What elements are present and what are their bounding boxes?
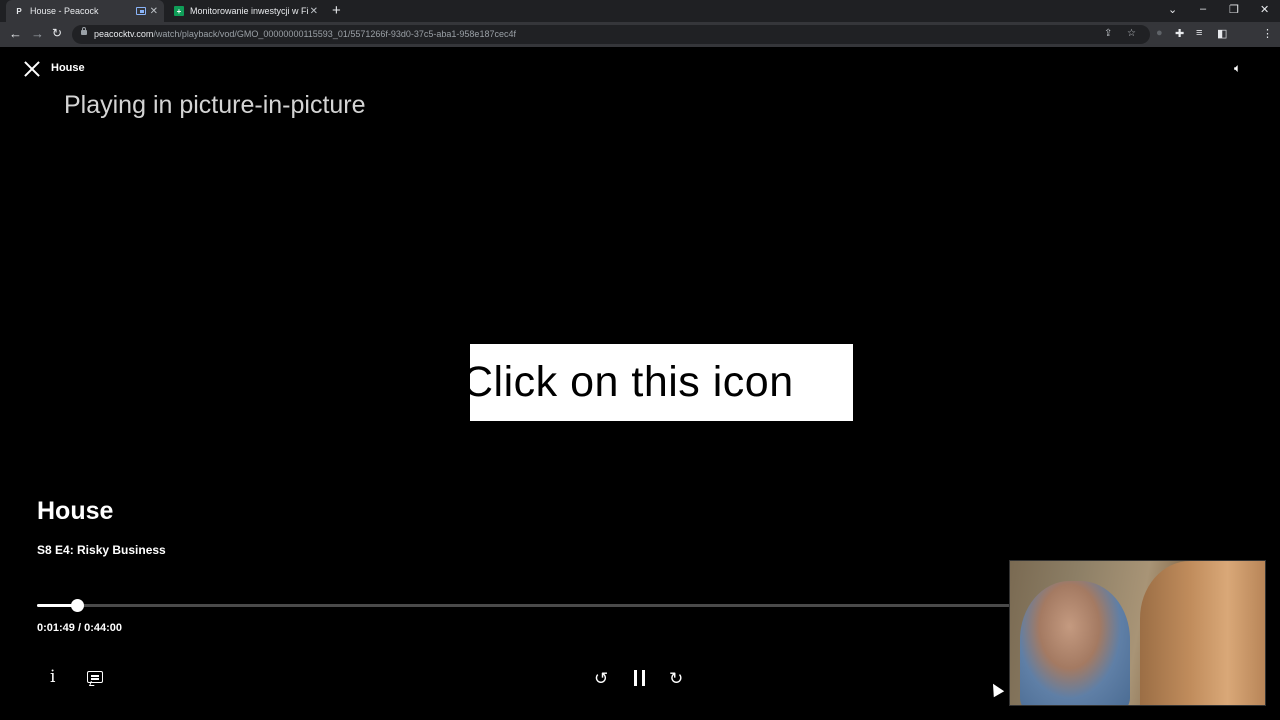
reload-icon[interactable]: ↻ [52, 26, 62, 40]
back-arrow-icon[interactable]: ← [9, 26, 22, 41]
pip-video-frame-right [1140, 561, 1265, 705]
progress-scrubber-handle[interactable] [71, 599, 85, 612]
window-close-icon[interactable]: ✕ [1260, 3, 1269, 16]
subtitles-icon[interactable] [87, 671, 103, 683]
instruction-overlay: Click on this icon [470, 344, 853, 421]
picture-in-picture-indicator-icon [136, 7, 146, 15]
tab-search-chevron-icon[interactable]: ⌄ [1168, 3, 1177, 16]
new-tab-plus-icon[interactable]: + [332, 2, 341, 19]
url-text: peacocktv.com/watch/playback/vod/GMO_000… [94, 29, 516, 39]
picture-in-picture-window[interactable] [1009, 560, 1266, 706]
tab-monitorowanie[interactable]: + Monitorowanie inwestycji w Fina ✕ [166, 0, 324, 22]
overlay-text: Click on this icon [470, 358, 794, 406]
share-icon[interactable]: ⇪ [1104, 28, 1112, 39]
tab-close-icon[interactable]: ✕ [150, 6, 158, 17]
browser-toolbar: ← → ↻ peacocktv.com/watch/playback/vod/G… [0, 22, 1280, 47]
tab-title: Monitorowanie inwestycji w Fina [190, 6, 308, 16]
pip-status-message: Playing in picture-in-picture [64, 91, 366, 119]
progress-bar[interactable] [37, 599, 1010, 612]
lock-icon [81, 27, 87, 35]
forward-10-icon[interactable]: ↻ [669, 669, 683, 689]
browser-tabstrip: P House - Peacock ✕ + Monitorowanie inwe… [0, 0, 1280, 22]
address-bar[interactable]: peacocktv.com/watch/playback/vod/GMO_000… [72, 25, 1150, 44]
extension-icon[interactable]: ● [1156, 27, 1163, 39]
tab-title: House - Peacock [30, 6, 99, 16]
bookmark-star-icon[interactable]: ☆ [1127, 28, 1136, 39]
puzzle-extensions-icon[interactable]: ✚ [1175, 27, 1184, 40]
pause-icon[interactable] [634, 670, 646, 686]
sheets-favicon-icon: + [174, 6, 184, 16]
player-top-title: House [51, 62, 85, 74]
mouse-cursor-icon [987, 680, 1005, 698]
forward-arrow-icon[interactable]: → [31, 26, 44, 41]
rewind-10-icon[interactable]: ↺ [594, 669, 608, 689]
tab-house-peacock[interactable]: P House - Peacock ✕ [6, 0, 164, 22]
tab-close-icon[interactable]: ✕ [310, 6, 318, 17]
peacock-favicon-icon: P [16, 6, 22, 16]
volume-icon[interactable]: 🔈︎ [1234, 61, 1241, 76]
pip-video-frame-person [1020, 581, 1130, 705]
side-panel-icon[interactable]: ◧ [1217, 27, 1227, 40]
show-title: House [37, 497, 114, 525]
media-control-icon[interactable]: ≡ [1196, 27, 1202, 39]
minimize-icon[interactable]: – [1200, 3, 1206, 15]
time-display: 0:01:49 / 0:44:00 [37, 622, 122, 634]
close-player-icon[interactable] [24, 61, 40, 77]
episode-label: S8 E4: Risky Business [37, 543, 166, 557]
menu-kebab-icon[interactable]: ⋮ [1262, 27, 1273, 40]
info-icon[interactable]: i [50, 667, 55, 687]
restore-icon[interactable]: ❐ [1229, 3, 1239, 16]
video-player: House 🔈︎ Playing in picture-in-picture C… [0, 47, 1280, 720]
